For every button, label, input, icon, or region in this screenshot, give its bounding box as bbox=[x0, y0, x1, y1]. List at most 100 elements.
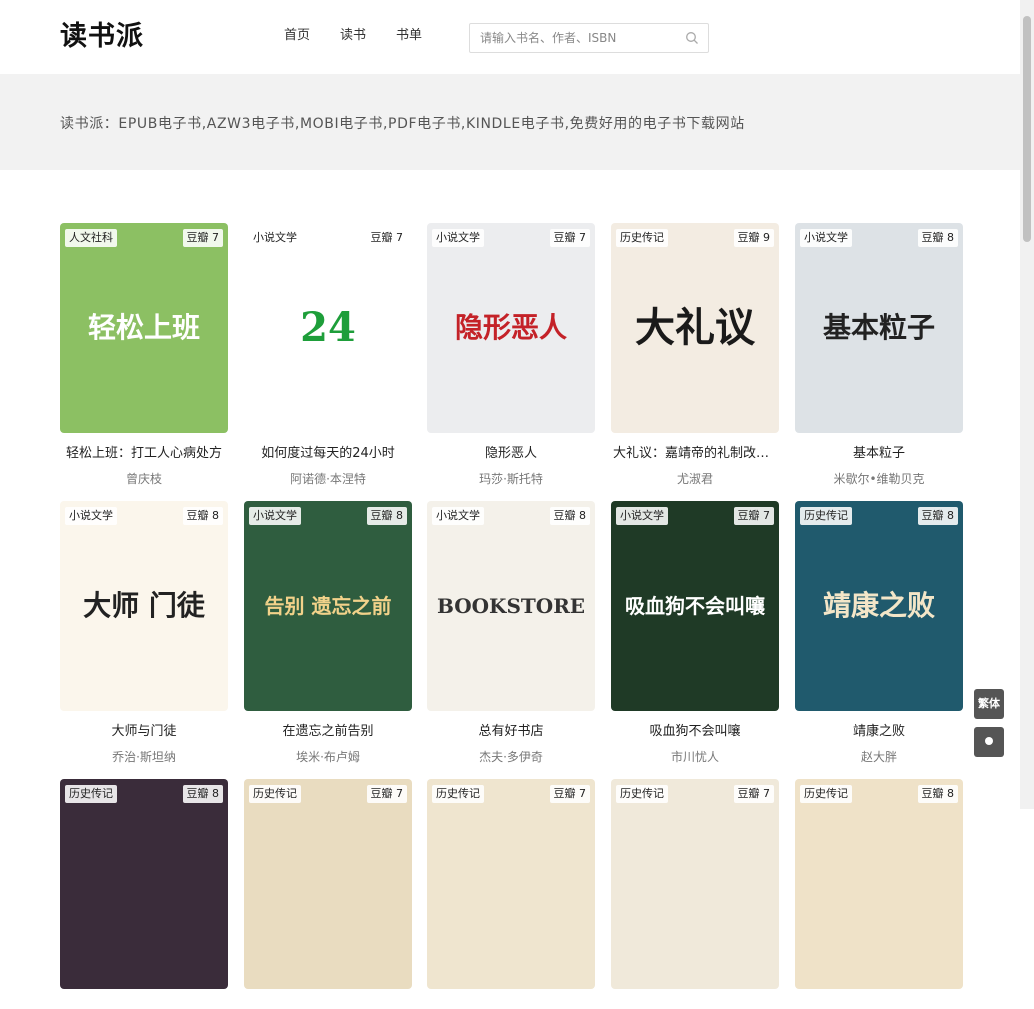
book-title[interactable]: 大师与门徒 bbox=[60, 723, 228, 741]
book-card[interactable]: 隐形恶人 小说文学 豆瓣 7 隐形恶人玛莎·斯托特 bbox=[427, 223, 595, 487]
nav-booklist[interactable]: 书单 bbox=[396, 27, 422, 45]
book-title[interactable]: 如何度过每天的24小时 bbox=[244, 445, 412, 463]
book-cover[interactable]: 历史传记 豆瓣 7 bbox=[611, 779, 779, 989]
search-icon[interactable] bbox=[685, 31, 699, 45]
cover-title-art: 24 bbox=[300, 304, 356, 351]
douban-rating-badge: 豆瓣 8 bbox=[182, 785, 223, 803]
book-author[interactable]: 米歇尔•维勒贝克 bbox=[795, 471, 963, 487]
site-header: 读书派 首页 读书 书单 bbox=[0, 0, 1020, 74]
site-banner: 读书派：EPUB电子书,AZW3电子书,MOBI电子书,PDF电子书,KINDL… bbox=[0, 74, 1020, 170]
book-cover[interactable]: 大师 门徒 小说文学 豆瓣 8 bbox=[60, 501, 228, 711]
nav-home[interactable]: 首页 bbox=[284, 27, 310, 45]
douban-rating-badge: 豆瓣 9 bbox=[733, 229, 774, 247]
category-badge: 历史传记 bbox=[249, 785, 301, 803]
book-card[interactable]: 历史传记 豆瓣 7 bbox=[611, 779, 779, 1009]
book-title[interactable]: 总有好书店 bbox=[427, 723, 595, 741]
category-badge: 小说文学 bbox=[432, 507, 484, 525]
book-cover[interactable]: 大礼议 历史传记 豆瓣 9 bbox=[611, 223, 779, 433]
book-author[interactable]: 赵大胖 bbox=[795, 749, 963, 765]
book-cover[interactable]: 历史传记 豆瓣 8 bbox=[795, 779, 963, 989]
book-cover[interactable]: 历史传记 豆瓣 8 bbox=[60, 779, 228, 989]
traditional-chinese-toggle-button[interactable]: 繁体 bbox=[974, 689, 1004, 719]
book-title[interactable]: 在遗忘之前告别 bbox=[244, 723, 412, 741]
book-author[interactable]: 杰夫·多伊奇 bbox=[427, 749, 595, 765]
scrollbar-thumb[interactable] bbox=[1023, 16, 1031, 242]
book-author[interactable]: 市川忧人 bbox=[611, 749, 779, 765]
douban-rating-badge: 豆瓣 8 bbox=[366, 507, 407, 525]
book-card[interactable]: 历史传记 豆瓣 7 bbox=[427, 779, 595, 1009]
book-title[interactable]: 基本粒子 bbox=[795, 445, 963, 463]
cover-title-art: 轻松上班 bbox=[87, 311, 200, 344]
book-author[interactable]: 玛莎·斯托特 bbox=[427, 471, 595, 487]
cover-title-art: 吸血狗不会叫嚷 bbox=[625, 594, 765, 618]
category-badge: 小说文学 bbox=[616, 507, 668, 525]
category-badge: 人文社科 bbox=[65, 229, 117, 247]
category-badge: 历史传记 bbox=[800, 507, 852, 525]
category-badge: 小说文学 bbox=[249, 229, 301, 247]
theme-toggle-button[interactable] bbox=[974, 727, 1004, 757]
book-cover[interactable]: 隐形恶人 小说文学 豆瓣 7 bbox=[427, 223, 595, 433]
book-cover[interactable]: 告别 遗忘之前 小说文学 豆瓣 8 bbox=[244, 501, 412, 711]
douban-rating-badge: 豆瓣 8 bbox=[917, 229, 958, 247]
douban-rating-badge: 豆瓣 7 bbox=[549, 785, 590, 803]
douban-rating-badge: 豆瓣 7 bbox=[366, 785, 407, 803]
book-card[interactable]: 靖康之败 历史传记 豆瓣 8 靖康之败赵大胖 bbox=[795, 501, 963, 765]
book-title[interactable]: 大礼议：嘉靖帝的礼制改革与皇权重塑 bbox=[611, 445, 779, 463]
book-card[interactable]: 历史传记 豆瓣 7 bbox=[244, 779, 412, 1009]
category-badge: 小说文学 bbox=[65, 507, 117, 525]
douban-rating-badge: 豆瓣 7 bbox=[549, 229, 590, 247]
book-cover[interactable]: 基本粒子 小说文学 豆瓣 8 bbox=[795, 223, 963, 433]
book-card[interactable]: 大师 门徒 小说文学 豆瓣 8 大师与门徒乔治·斯坦纳 bbox=[60, 501, 228, 765]
cover-title-art: 基本粒子 bbox=[822, 311, 935, 344]
douban-rating-badge: 豆瓣 8 bbox=[917, 785, 958, 803]
douban-rating-badge: 豆瓣 7 bbox=[366, 229, 407, 247]
nav-read[interactable]: 读书 bbox=[340, 27, 366, 45]
book-card[interactable]: 24 小说文学 豆瓣 7 如何度过每天的24小时 阿诺德·本涅特 bbox=[244, 223, 412, 487]
book-cover[interactable]: 靖康之败 历史传记 豆瓣 8 bbox=[795, 501, 963, 711]
book-author[interactable]: 阿诺德·本涅特 bbox=[244, 471, 412, 487]
banner-text: 读书派：EPUB电子书,AZW3电子书,MOBI电子书,PDF电子书,KINDL… bbox=[60, 116, 745, 132]
book-title[interactable]: 隐形恶人 bbox=[427, 445, 595, 463]
book-cover[interactable]: 吸血狗不会叫嚷 小说文学 豆瓣 7 bbox=[611, 501, 779, 711]
site-logo[interactable]: 读书派 bbox=[60, 19, 144, 55]
book-card[interactable]: 历史传记 豆瓣 8 bbox=[60, 779, 228, 1009]
book-cover[interactable]: 24 小说文学 豆瓣 7 bbox=[244, 223, 412, 433]
book-title[interactable]: 靖康之败 bbox=[795, 723, 963, 741]
douban-rating-badge: 豆瓣 7 bbox=[733, 507, 774, 525]
book-card[interactable]: 告别 遗忘之前 小说文学 豆瓣 8 在遗忘之前告别 埃米·布卢姆 bbox=[244, 501, 412, 765]
book-card[interactable]: 轻松上班 人文社科 豆瓣 7 轻松上班：打工人心病处方 曾庆枝 bbox=[60, 223, 228, 487]
book-card[interactable]: 吸血狗不会叫嚷 小说文学 豆瓣 7 吸血狗不会叫嚷 市川忧人 bbox=[611, 501, 779, 765]
book-card[interactable]: BOOKSTORE 小说文学 豆瓣 8 总有好书店 杰夫·多伊奇 bbox=[427, 501, 595, 765]
book-author[interactable]: 尤淑君 bbox=[611, 471, 779, 487]
book-cover[interactable]: 历史传记 豆瓣 7 bbox=[244, 779, 412, 989]
category-badge: 历史传记 bbox=[432, 785, 484, 803]
main-nav: 首页 读书 书单 bbox=[284, 27, 452, 45]
book-cover[interactable]: BOOKSTORE 小说文学 豆瓣 8 bbox=[427, 501, 595, 711]
search-box bbox=[469, 23, 709, 53]
book-cover[interactable]: 历史传记 豆瓣 7 bbox=[427, 779, 595, 989]
category-badge: 小说文学 bbox=[800, 229, 852, 247]
cover-title-art: BOOKSTORE bbox=[436, 594, 586, 618]
category-badge: 历史传记 bbox=[616, 785, 668, 803]
category-badge: 小说文学 bbox=[432, 229, 484, 247]
page-scrollbar[interactable] bbox=[1020, 0, 1034, 809]
category-badge: 小说文学 bbox=[249, 507, 301, 525]
book-author[interactable]: 埃米·布卢姆 bbox=[244, 749, 412, 765]
category-badge: 历史传记 bbox=[800, 785, 852, 803]
book-cover[interactable]: 轻松上班 人文社科 豆瓣 7 bbox=[60, 223, 228, 433]
cover-title-art: 告别 遗忘之前 bbox=[264, 594, 392, 618]
book-card[interactable]: 基本粒子 小说文学 豆瓣 8 基本粒子米歇尔•维勒贝克 bbox=[795, 223, 963, 487]
book-title[interactable]: 轻松上班：打工人心病处方 bbox=[60, 445, 228, 463]
book-card[interactable]: 历史传记 豆瓣 8 bbox=[795, 779, 963, 1009]
book-card[interactable]: 大礼议 历史传记 豆瓣 9 大礼议：嘉靖帝的礼制改革与皇权重塑尤淑君 bbox=[611, 223, 779, 487]
cover-title-art: 大礼议 bbox=[635, 304, 755, 351]
cover-title-art: 隐形恶人 bbox=[454, 311, 567, 344]
book-author[interactable]: 曾庆枝 bbox=[60, 471, 228, 487]
book-title[interactable]: 吸血狗不会叫嚷 bbox=[611, 723, 779, 741]
cover-title-art: 靖康之败 bbox=[822, 589, 935, 622]
douban-rating-badge: 豆瓣 8 bbox=[917, 507, 958, 525]
book-author[interactable]: 乔治·斯坦纳 bbox=[60, 749, 228, 765]
search-input[interactable] bbox=[480, 24, 680, 52]
douban-rating-badge: 豆瓣 7 bbox=[733, 785, 774, 803]
dot-icon bbox=[985, 737, 993, 745]
